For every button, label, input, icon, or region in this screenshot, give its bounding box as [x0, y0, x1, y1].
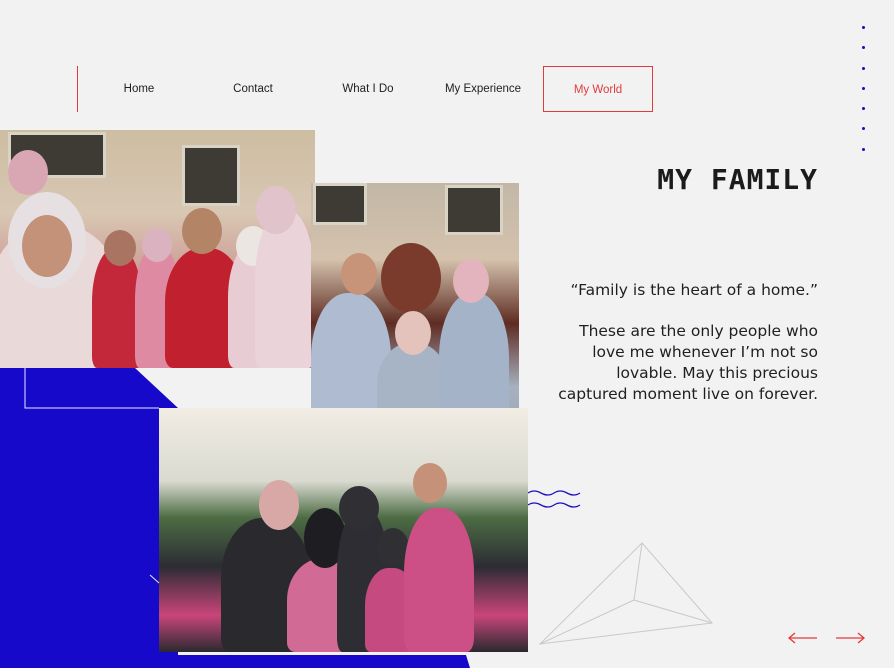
dot-icon	[862, 107, 865, 111]
arrow-left-icon[interactable]	[787, 630, 819, 646]
family-selfie-photo	[0, 130, 315, 368]
arrow-right-icon[interactable]	[834, 630, 866, 646]
nav-accent-line	[77, 66, 78, 112]
nav-item-home[interactable]: Home	[84, 66, 194, 112]
dot-icon	[862, 147, 865, 151]
nav-item-my-world[interactable]: My World	[543, 66, 653, 112]
dot-icon	[862, 86, 865, 90]
nav-item-my-experience[interactable]: My Experience	[428, 66, 538, 112]
dot-icon	[862, 46, 865, 50]
dot-icon	[862, 26, 865, 29]
nav-item-contact[interactable]: Contact	[198, 66, 308, 112]
section-title: MY FAMILY	[657, 163, 818, 196]
nav-item-what-i-do[interactable]: What I Do	[313, 66, 423, 112]
dot-icon	[862, 66, 865, 70]
family-group-photo	[159, 408, 528, 652]
parents-daughter-photo	[311, 183, 519, 438]
dot-column-decoration	[862, 26, 868, 168]
family-quote: “Family is the heart of a home.”	[570, 281, 818, 299]
dot-icon	[862, 127, 865, 131]
family-description: These are the only people who love me wh…	[558, 322, 818, 403]
